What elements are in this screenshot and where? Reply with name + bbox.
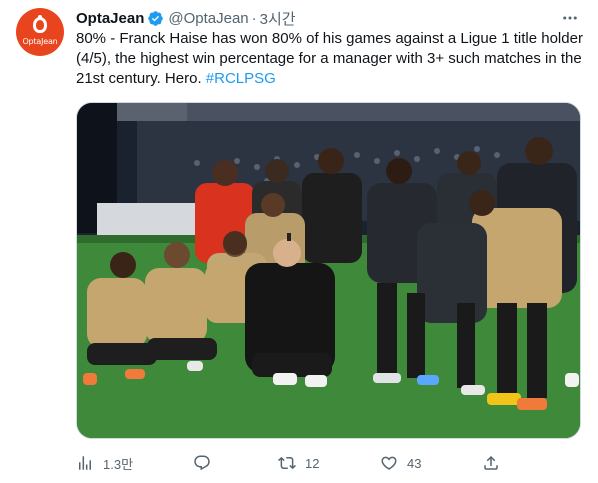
views-button[interactable]: 1.3만 [76,450,133,476]
retweet-icon [278,456,296,470]
opta-logo-icon [33,15,47,33]
reply-button[interactable] [193,450,220,476]
share-icon [484,455,498,470]
views-count: 1.3만 [103,456,134,472]
retweet-count: 12 [305,455,320,471]
more-options-icon[interactable] [558,6,582,30]
tweet-body: 80% - Franck Haise has won 80% of his ga… [76,30,583,87]
like-button[interactable]: 43 [380,450,421,476]
analytics-icon [79,456,91,470]
avatar[interactable]: OptaJean [16,8,64,56]
tweet-timestamp[interactable]: 3시간 [260,8,296,29]
avatar-logo-text: OptaJean [22,37,58,46]
reply-icon [194,455,210,471]
user-handle[interactable]: @OptaJean [168,10,248,27]
tweet-photo[interactable] [76,102,581,439]
tweet-header: OptaJean @OptaJean · 3시간 [76,8,582,28]
verified-badge-icon [148,10,164,26]
tweet-actions: 1.3만 12 43 [76,450,506,476]
photo-scene [77,103,580,438]
share-button[interactable] [482,450,500,476]
separator-dot: · [251,9,257,27]
hashtag-link[interactable]: #RCLPSG [206,70,276,87]
tweet-text: 80% - Franck Haise has won 80% of his ga… [76,29,584,89]
like-count: 43 [407,455,422,471]
display-name[interactable]: OptaJean [76,10,144,27]
heart-icon [381,456,397,470]
retweet-button[interactable]: 12 [278,450,319,476]
